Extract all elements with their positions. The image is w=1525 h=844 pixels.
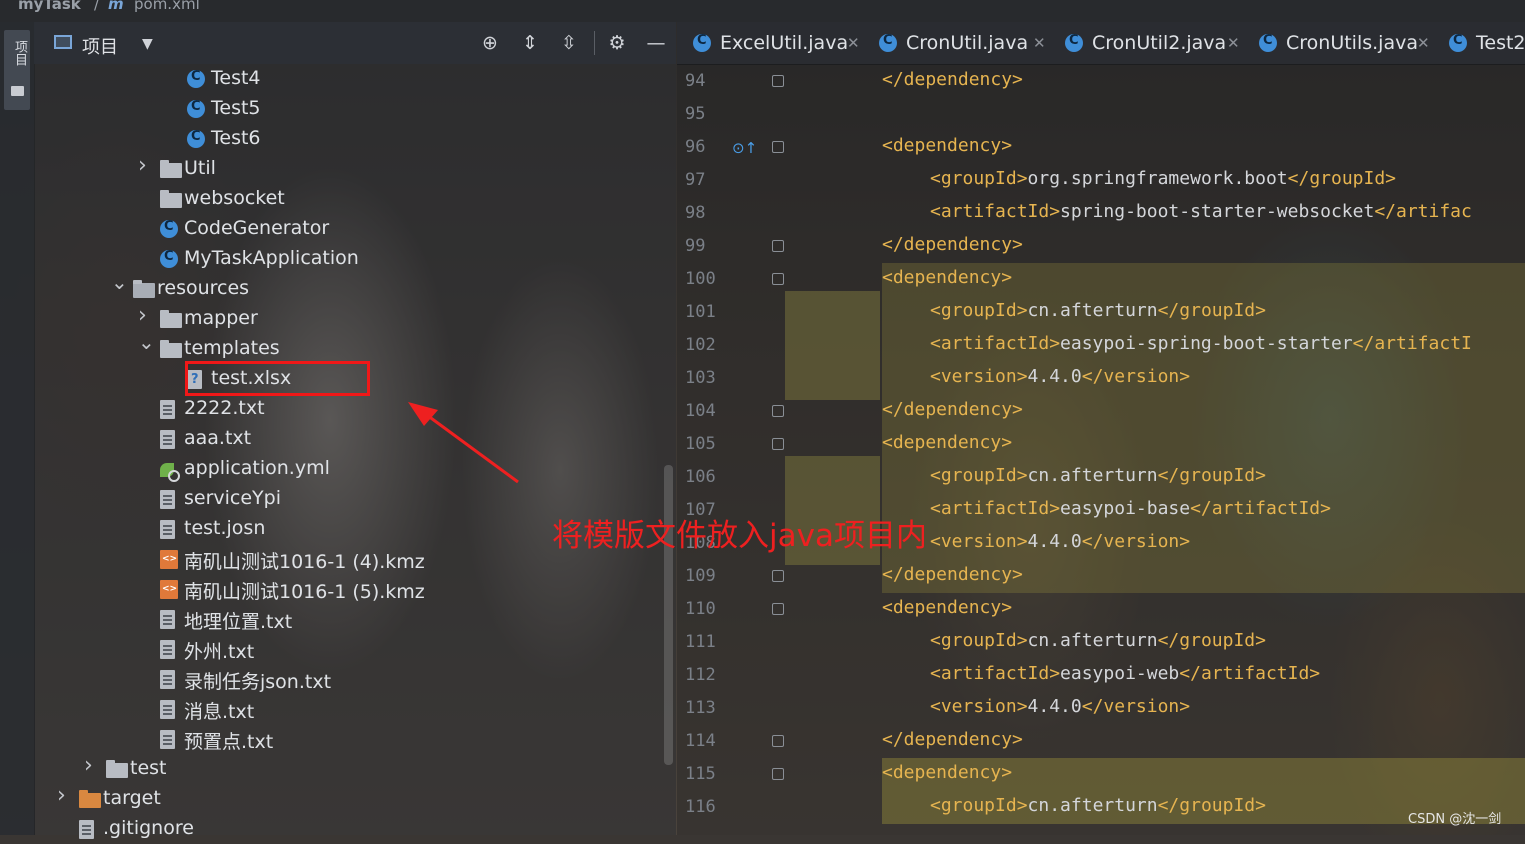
annotation-text: 将模版文件放入java项目内 <box>552 518 927 554</box>
watermark: CSDN @沈一剑 <box>1408 812 1502 827</box>
annotation-arrow <box>408 402 519 484</box>
